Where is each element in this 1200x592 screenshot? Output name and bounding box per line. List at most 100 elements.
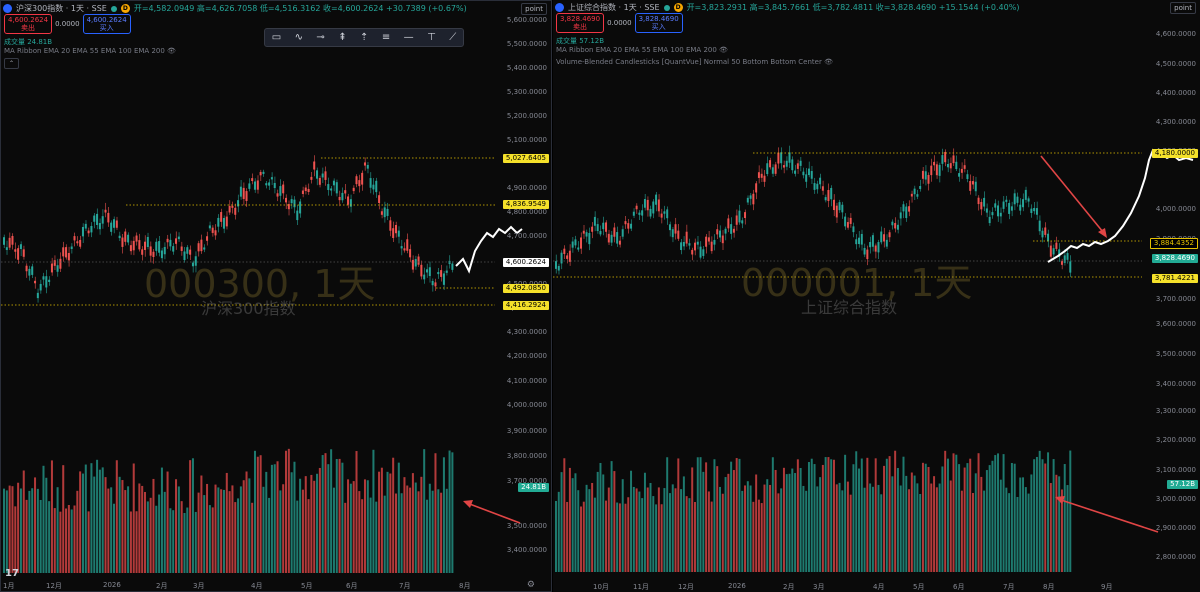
volume-bar xyxy=(952,453,955,572)
candle-body xyxy=(110,222,113,232)
sell-label: 卖出 xyxy=(573,23,588,31)
candle-body xyxy=(983,197,986,207)
time-tick-label: 7月 xyxy=(1003,583,1015,591)
eye-icon[interactable]: 👁 xyxy=(719,46,728,54)
volume-bar xyxy=(1013,463,1016,572)
candle-body xyxy=(599,231,602,235)
candle-body xyxy=(730,224,733,234)
left-volume-legend[interactable]: 成交量 24.81B xyxy=(4,37,52,47)
candle-body xyxy=(276,193,279,197)
volume-bar xyxy=(649,482,652,572)
left-time-axis[interactable]: 1月 12月 2026 2月 3月 4月 5月 6月 7月 8月 xyxy=(1,579,495,591)
volume-bar xyxy=(991,460,994,572)
candle-body xyxy=(358,180,361,187)
candle-body xyxy=(810,171,813,179)
candle-body xyxy=(101,216,104,224)
volume-bar xyxy=(372,449,375,573)
left-indicator-legend[interactable]: MA Ribbon EMA 20 EMA 55 EMA 100 EMA 200 … xyxy=(4,47,176,55)
anchored-vwap-icon[interactable]: ⊤ xyxy=(427,32,436,43)
price-tick-label: 4,000.0000 xyxy=(1155,205,1196,213)
time-tick-label: 2月 xyxy=(783,583,795,591)
volume-bar xyxy=(1052,459,1055,572)
right-sell-button[interactable]: 3,828.4690 卖出 xyxy=(556,13,605,33)
volume-bar xyxy=(96,459,99,573)
annotation-arrow[interactable] xyxy=(1040,155,1104,233)
volume-bar xyxy=(121,480,124,573)
candle-body xyxy=(206,236,209,241)
collapse-legend-button[interactable]: ⌃ xyxy=(4,58,19,69)
candle-body xyxy=(34,280,37,284)
candle-body xyxy=(785,160,788,167)
volume-bar xyxy=(580,506,582,572)
volume-bar xyxy=(1047,452,1050,572)
volume-bar xyxy=(299,478,302,573)
measure-icon[interactable]: ⇡ xyxy=(360,32,368,43)
price-tick-label: 4,200.0000 xyxy=(506,352,547,360)
eye-icon[interactable]: 👁 xyxy=(167,47,176,55)
volume-bar xyxy=(448,450,451,573)
trend-line-icon[interactable]: ⟋ xyxy=(449,32,456,43)
eye-icon[interactable]: 👁 xyxy=(824,58,833,66)
rectangle-tool-icon[interactable]: ▭ xyxy=(272,32,281,43)
candle-body xyxy=(574,239,577,246)
tradingview-logo[interactable]: 17 xyxy=(5,568,19,579)
volume-bar xyxy=(442,457,445,573)
right-symbol-title[interactable]: 上证综合指数 · 1天 · SSE xyxy=(568,2,660,13)
volume-bar xyxy=(660,504,663,572)
volume-bar xyxy=(361,499,364,573)
volume-bar xyxy=(132,463,135,573)
volume-bar xyxy=(19,488,22,573)
right-chart-pane[interactable]: 上证综合指数 · 1天 · SSE D 开=3,823.2931 高=3,845… xyxy=(553,0,1200,592)
volume-bar xyxy=(1066,485,1069,572)
volume-bar xyxy=(983,490,986,572)
horizontal-ray-icon[interactable]: ⊸ xyxy=(316,32,324,43)
price-tick-label: 3,200.0000 xyxy=(1155,436,1196,444)
candle-body xyxy=(899,212,902,219)
long-position-icon[interactable]: ⇞ xyxy=(338,32,346,43)
left-symbol-title[interactable]: 沪深300指数 · 1天 · SSE xyxy=(16,3,107,14)
right-indicator2-legend[interactable]: Volume-Blended Candlesticks [QuantVue] N… xyxy=(556,58,833,66)
candle-body xyxy=(363,162,366,166)
right-price-axis[interactable]: 4,600.0000 4,500.0000 4,400.0000 4,300.0000… xyxy=(1142,0,1200,580)
right-indicator-legend[interactable]: MA Ribbon EMA 20 EMA 55 EMA 100 EMA 200 … xyxy=(556,46,728,54)
candle-body xyxy=(53,260,56,266)
left-ohlc-values: 开=4,582.0949 高=4,626.7058 低=4,516.3162 收… xyxy=(133,4,467,13)
candle-body xyxy=(166,238,169,243)
volume-bar xyxy=(819,477,822,572)
right-buy-button[interactable]: 3,828.4690 买入 xyxy=(634,13,683,33)
candle-body xyxy=(239,186,242,197)
fib-retracement-icon[interactable]: — xyxy=(404,32,414,43)
price-tick-label: 3,700.0000 xyxy=(1155,295,1196,303)
settings-gear-icon[interactable]: ⚙ xyxy=(527,580,535,590)
volume-bar xyxy=(769,484,772,572)
candle-body xyxy=(707,237,710,242)
candle-body xyxy=(169,239,172,247)
volume-bar xyxy=(228,491,231,573)
left-buy-button[interactable]: 4,600.2624 买入 xyxy=(82,14,131,34)
volume-bar xyxy=(166,471,169,573)
candle-body xyxy=(994,203,997,208)
left-chart-pane[interactable]: 沪深300指数 · 1天 · SSE D 开=4,582.0949 高=4,62… xyxy=(0,0,552,592)
volume-bar xyxy=(799,468,802,572)
left-sell-button[interactable]: 4,600.2624 卖出 xyxy=(4,14,53,34)
time-tick-label: 2026 xyxy=(728,582,746,590)
volume-bars xyxy=(555,450,1072,572)
volume-bar xyxy=(1035,456,1038,572)
volume-bar xyxy=(380,467,383,573)
price-tick-label: 4,500.0000 xyxy=(1155,60,1196,68)
path-tool-icon[interactable]: ∿ xyxy=(295,32,303,43)
right-time-axis[interactable]: 10月 11月 12月 2026 2月 3月 4月 5月 6月 7月 8月 9月 xyxy=(553,580,1142,592)
candle-body xyxy=(694,242,696,251)
time-tick-label: 5月 xyxy=(301,582,313,590)
candle-body xyxy=(217,217,220,227)
right-volume-legend[interactable]: 成交量 57.12B xyxy=(556,36,604,46)
time-tick-label: 1月 xyxy=(3,582,15,590)
volume-bar xyxy=(138,483,141,573)
volume-bar xyxy=(1002,454,1005,572)
volume-bar xyxy=(79,471,82,573)
left-price-axis[interactable]: 5,600.0000 5,500.0000 5,400.0000 5,300.0000… xyxy=(493,1,551,581)
volume-bar xyxy=(341,462,344,573)
candle-body xyxy=(582,230,585,234)
candle-body xyxy=(682,241,685,247)
horizontal-line-icon[interactable]: ≡ xyxy=(382,32,390,43)
